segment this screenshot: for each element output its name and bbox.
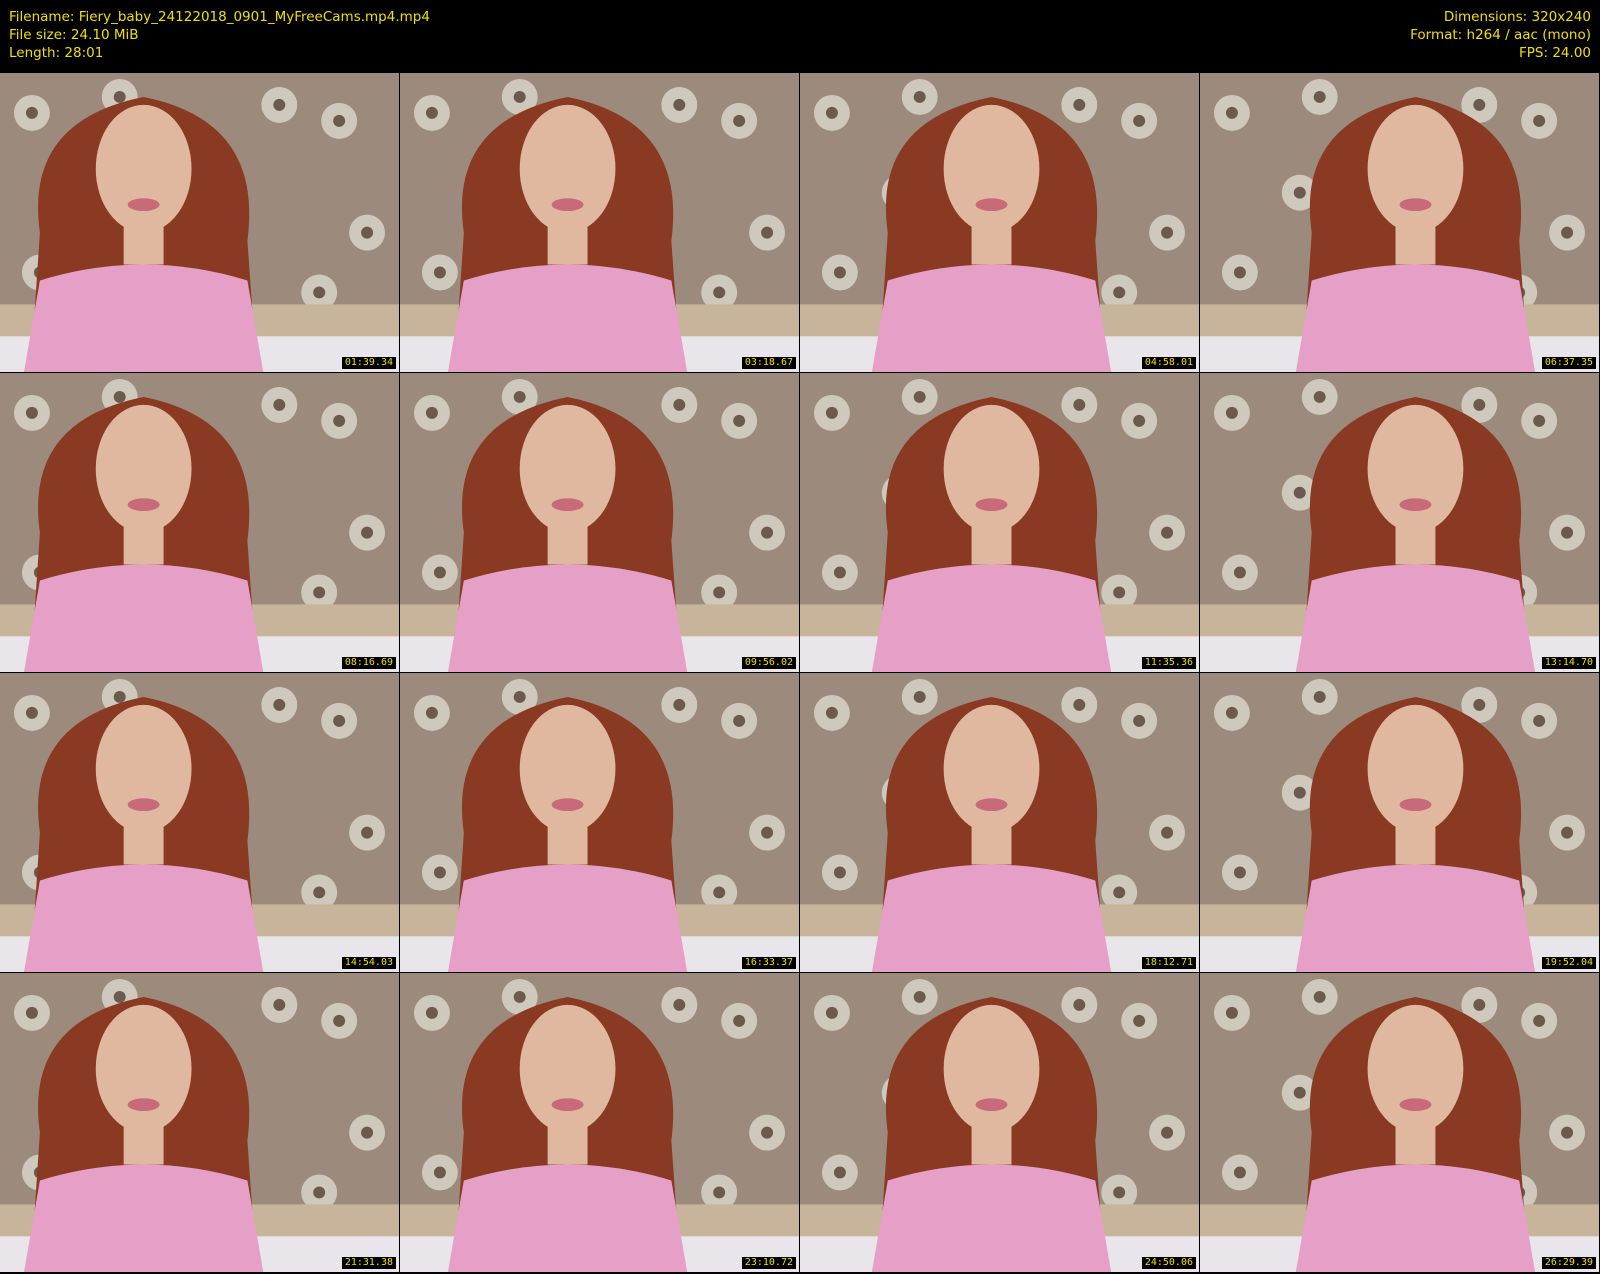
file-info: Filename: Fiery_baby_24122018_0901_MyFre… [9, 8, 430, 62]
thumbnail-image [0, 673, 399, 972]
timestamp-label: 14:54.03 [341, 957, 396, 969]
thumbnail-image [800, 73, 1199, 372]
timestamp-label: 23:10.72 [741, 1257, 796, 1269]
timestamp-label: 01:39.34 [341, 357, 396, 369]
thumbnail-image [1200, 373, 1599, 672]
video-thumbnail[interactable]: 26:29.39 [1200, 973, 1600, 1273]
video-thumbnail[interactable]: 14:54.03 [0, 673, 400, 973]
video-thumbnail[interactable]: 11:35.36 [800, 373, 1200, 673]
timestamp-label: 04:58.01 [1141, 357, 1196, 369]
timestamp-label: 16:33.37 [741, 957, 796, 969]
video-thumbnail[interactable]: 04:58.01 [800, 73, 1200, 373]
video-thumbnail[interactable]: 23:10.72 [400, 973, 800, 1273]
fps-text: FPS: 24.00 [1519, 45, 1591, 61]
timestamp-label: 21:31.38 [341, 1257, 396, 1269]
video-thumbnail[interactable]: 19:52.04 [1200, 673, 1600, 973]
filename-text: Filename: Fiery_baby_24122018_0901_MyFre… [9, 9, 430, 25]
thumbnail-image [800, 673, 1199, 972]
format-text: Format: h264 / aac (mono) [1410, 27, 1591, 43]
timestamp-label: 11:35.36 [1141, 657, 1196, 669]
thumbnail-grid: 01:39.34 03:18.67 04:58.01 06:37.35 08:16.69… [0, 73, 1600, 1273]
video-thumbnail[interactable]: 03:18.67 [400, 73, 800, 373]
video-thumbnail[interactable]: 18:12.71 [800, 673, 1200, 973]
thumbnail-image [400, 373, 799, 672]
timestamp-label: 09:56.02 [741, 657, 796, 669]
video-thumbnail[interactable]: 06:37.35 [1200, 73, 1600, 373]
video-thumbnail[interactable]: 01:39.34 [0, 73, 400, 373]
thumbnail-image [1200, 973, 1599, 1272]
video-thumbnail[interactable]: 08:16.69 [0, 373, 400, 673]
thumbnail-image [400, 73, 799, 372]
thumbnail-image [400, 973, 799, 1272]
thumbnail-image [800, 973, 1199, 1272]
timestamp-label: 19:52.04 [1541, 957, 1596, 969]
video-thumbnail[interactable]: 09:56.02 [400, 373, 800, 673]
thumbnail-image [1200, 673, 1599, 972]
thumbnail-image [0, 973, 399, 1272]
stream-info: Dimensions: 320x240 Format: h264 / aac (… [1410, 8, 1591, 62]
video-thumbnail[interactable]: 16:33.37 [400, 673, 800, 973]
thumbnail-image [0, 373, 399, 672]
video-thumbnail[interactable]: 21:31.38 [0, 973, 400, 1273]
video-thumbnail[interactable]: 13:14.70 [1200, 373, 1600, 673]
timestamp-label: 08:16.69 [341, 657, 396, 669]
timestamp-label: 26:29.39 [1541, 1257, 1596, 1269]
filesize-text: File size: 24.10 MiB [9, 27, 139, 43]
timestamp-label: 06:37.35 [1541, 357, 1596, 369]
timestamp-label: 03:18.67 [741, 357, 796, 369]
dimensions-text: Dimensions: 320x240 [1443, 9, 1591, 25]
thumbnail-image [400, 673, 799, 972]
thumbnail-image [1200, 73, 1599, 372]
info-header: Filename: Fiery_baby_24122018_0901_MyFre… [0, 0, 1600, 72]
video-thumbnail[interactable]: 24:50.06 [800, 973, 1200, 1273]
timestamp-label: 18:12.71 [1141, 957, 1196, 969]
thumbnail-image [0, 73, 399, 372]
thumbnail-image [800, 373, 1199, 672]
timestamp-label: 24:50.06 [1141, 1257, 1196, 1269]
length-text: Length: 28:01 [9, 45, 104, 61]
timestamp-label: 13:14.70 [1541, 657, 1596, 669]
